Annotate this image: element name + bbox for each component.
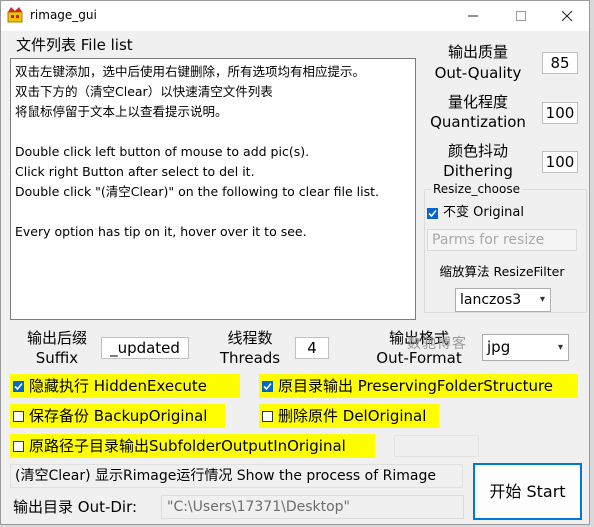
file-list-line: Double click "(清空Clear)" on the followin…	[15, 184, 379, 199]
minimize-icon	[468, 15, 478, 17]
resize-original-label: 不变 Original	[443, 205, 525, 220]
subfolder-output-label: 原路径子目录输出SubfolderOutputInOriginal	[29, 437, 346, 455]
resize-original-option[interactable]: 不变 Original	[427, 205, 524, 221]
file-list-label: 文件列表 File list	[16, 36, 133, 54]
maximize-icon	[516, 11, 526, 21]
del-original-label: 删除原件 DelOriginal	[278, 407, 427, 425]
backup-original-checkbox[interactable]	[13, 410, 24, 422]
del-original-checkbox[interactable]	[262, 410, 273, 422]
quantization-label-cn: 量化程度	[447, 93, 508, 111]
maximize-button[interactable]	[498, 1, 544, 31]
backup-original-label: 保存备份 BackupOriginal	[29, 407, 208, 425]
start-button[interactable]: 开始 Start	[473, 463, 582, 520]
file-list-box[interactable]: 双击左键添加，选中后使用右键删除，所有选项均有相应提示。 双击下方的（清空Cle…	[10, 58, 416, 320]
resize-parms-input[interactable]: Parms for resize	[427, 229, 577, 251]
rimage-app-icon	[7, 6, 23, 23]
quantization-input[interactable]	[542, 102, 578, 124]
checkmark-icon	[428, 209, 437, 217]
file-list-line: 双击左键添加，选中后使用右键删除，所有选项均有相应提示。	[15, 64, 366, 79]
file-list-line: Double click left button of mouse to add…	[15, 144, 310, 159]
file-list-line	[15, 122, 411, 142]
quality-input[interactable]	[542, 52, 578, 74]
resize-filter-select[interactable]: lanczos3 ▾	[455, 288, 551, 312]
file-list-line	[15, 202, 411, 222]
format-value: jpg	[487, 338, 511, 356]
suffix-label-en: Suffix	[35, 349, 79, 367]
threads-label-cn: 线程数	[227, 329, 273, 347]
subfolder-output-checkbox[interactable]	[13, 440, 24, 452]
format-select[interactable]: jpg ▾	[482, 334, 569, 361]
minimize-button[interactable]	[450, 1, 496, 31]
subfolder-output-option[interactable]: 原路径子目录输出SubfolderOutputInOriginal	[10, 434, 375, 458]
quantization-label-en: Quantization	[430, 113, 526, 131]
outdir-label: 输出目录 Out-Dir:	[13, 498, 138, 516]
resize-filter-label: 缩放算法 ResizeFilter	[439, 264, 565, 279]
log-status-box[interactable]: (清空Clear) 显示Rimage运行情况 Show the process …	[10, 464, 463, 488]
hidden-execute-label: 隐藏执行 HiddenExecute	[29, 377, 207, 395]
suffix-input[interactable]	[101, 337, 189, 359]
file-list-line: 双击下方的（清空Clear）以快速清空文件列表	[15, 84, 273, 99]
quality-label-en: Out-Quality	[434, 64, 522, 82]
preserve-structure-checkbox[interactable]	[262, 380, 273, 392]
title-bar: rimage_gui	[1, 1, 589, 31]
hidden-execute-option[interactable]: 隐藏执行 HiddenExecute	[10, 374, 240, 398]
preserve-structure-label: 原目录输出 PreservingFolderStructure	[278, 377, 554, 395]
del-original-option[interactable]: 删除原件 DelOriginal	[259, 404, 439, 428]
dithering-label-cn: 颜色抖动	[447, 142, 508, 160]
threads-input[interactable]	[295, 337, 329, 359]
window-title: rimage_gui	[30, 8, 97, 22]
suffix-label-cn: 输出后缀	[26, 329, 87, 347]
close-button[interactable]	[544, 1, 590, 31]
dithering-input[interactable]	[542, 151, 578, 173]
hidden-execute-checkbox[interactable]	[13, 380, 24, 392]
quality-label-cn: 输出质量	[447, 43, 508, 61]
file-list-line: Every option has tip on it, hover over i…	[15, 224, 307, 239]
checkmark-icon	[14, 382, 23, 390]
preserve-structure-option[interactable]: 原目录输出 PreservingFolderStructure	[259, 374, 578, 398]
outdir-input[interactable]: "C:\Users\17371\Desktop"	[161, 495, 464, 519]
file-list-line: Click right Button after select to del i…	[15, 164, 255, 179]
resize-filter-value: lanczos3	[460, 292, 522, 308]
dithering-label-en: Dithering	[443, 162, 513, 180]
close-icon	[562, 11, 572, 21]
backup-original-option[interactable]: 保存备份 BackupOriginal	[10, 404, 225, 428]
resize-original-checkbox[interactable]	[427, 207, 438, 219]
subfolder-name-input[interactable]	[394, 435, 479, 457]
chevron-down-icon: ▾	[557, 342, 563, 353]
resize-group-title: Resize_choose	[431, 181, 522, 197]
app-window: rimage_gui 文件列表 File list 双击左键添加，选中后使用右键…	[0, 0, 590, 525]
file-list-line: 将鼠标停留于文本上以查看提示说明。	[15, 104, 228, 119]
checkmark-icon	[263, 382, 272, 390]
chevron-down-icon: ▾	[539, 294, 545, 305]
threads-label-en: Threads	[219, 349, 281, 367]
watermark-text: 数驰博客	[407, 336, 467, 352]
